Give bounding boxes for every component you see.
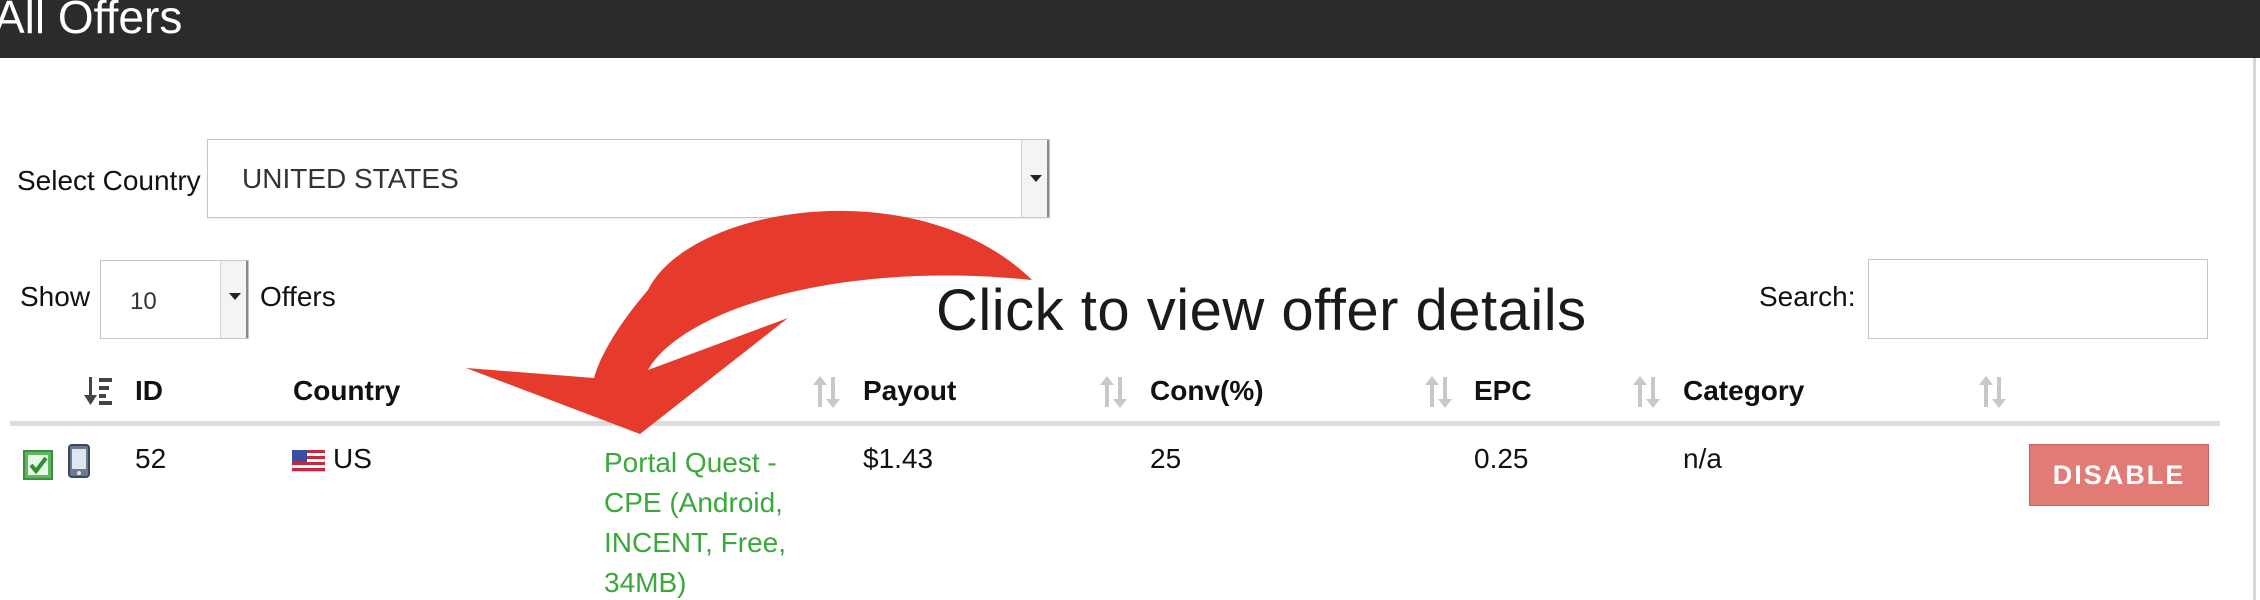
checkbox-checked-icon[interactable]: [23, 450, 53, 480]
disable-button[interactable]: DISABLE: [2029, 444, 2209, 506]
column-header-conv[interactable]: Conv(%): [1150, 375, 1264, 407]
top-bar: All Offers: [0, 0, 2260, 58]
country-select-value: UNITED STATES: [242, 163, 459, 194]
annotation-text: Click to view offer details: [936, 278, 1587, 343]
column-header-name[interactable]: me: [645, 375, 685, 407]
sort-icon[interactable]: [1632, 375, 1662, 409]
country-label: Select Country: [17, 165, 201, 196]
page-title: All Offers: [0, 0, 183, 43]
sort-icon[interactable]: [1978, 375, 2008, 409]
sort-desc-icon[interactable]: [84, 375, 114, 409]
cell-epc: 0.25: [1474, 443, 1529, 474]
page-length-value: 10: [130, 288, 157, 315]
page-length-select[interactable]: 10: [100, 260, 249, 339]
sort-icon[interactable]: [1099, 375, 1129, 409]
scrollbar-edge: [2253, 58, 2256, 600]
column-header-epc[interactable]: EPC: [1474, 375, 1532, 407]
cell-country: US: [333, 443, 372, 474]
caret-down-icon: [229, 293, 241, 300]
page-length-toggle[interactable]: [220, 261, 248, 338]
search-label: Search:: [1759, 281, 1856, 312]
cell-category: n/a: [1683, 443, 1722, 474]
column-header-payout[interactable]: Payout: [863, 375, 956, 407]
search-input[interactable]: [1868, 259, 2208, 339]
cell-conv: 25: [1150, 443, 1182, 474]
column-header-country[interactable]: Country: [293, 375, 400, 407]
offer-name-link[interactable]: Portal Quest - CPE (Android, INCENT, Fre…: [604, 443, 834, 600]
sort-icon[interactable]: [1424, 375, 1454, 409]
cell-id: 52: [135, 443, 167, 474]
table-header-divider: [10, 421, 2220, 426]
show-label: Show: [20, 281, 91, 312]
column-header-category[interactable]: Category: [1683, 375, 1804, 407]
cell-payout: $1.43: [863, 443, 934, 474]
mobile-device-icon: [68, 444, 90, 478]
caret-down-icon: [1030, 175, 1042, 182]
country-select[interactable]: UNITED STATES: [207, 139, 1050, 218]
us-flag-icon: [292, 450, 325, 472]
column-header-id[interactable]: ID: [135, 375, 163, 407]
sort-icon[interactable]: [812, 375, 842, 409]
country-select-toggle[interactable]: [1021, 140, 1049, 217]
offers-label: Offers: [260, 281, 336, 312]
